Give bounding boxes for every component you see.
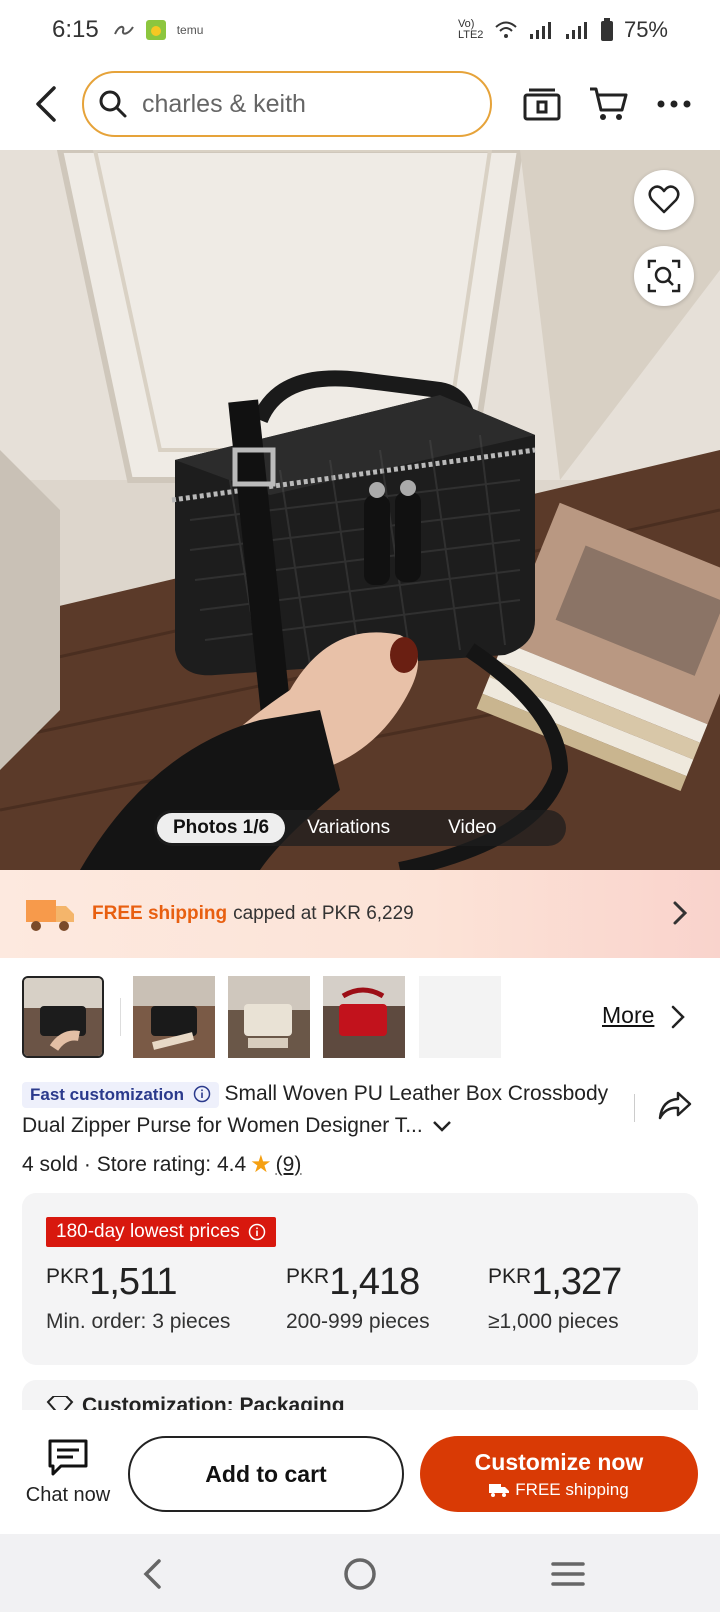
product-title-area: Fast customization Small Woven PU Leathe… [22, 1078, 632, 1142]
customize-now-label: Customize now [474, 1448, 644, 1475]
info-icon [193, 1085, 210, 1103]
diamond-icon [46, 1396, 74, 1410]
system-back-icon [143, 1559, 161, 1589]
system-home-icon [344, 1558, 376, 1590]
delivery-truck-icon [26, 900, 74, 931]
chevron-right-icon [673, 901, 688, 925]
share-button[interactable] [658, 1090, 692, 1125]
product-image-gallery[interactable]: Photos 1/6 Variations Video [0, 150, 720, 870]
media-tabs: Photos 1/6 Variations Video [154, 810, 566, 846]
sold-count: 4 sold [22, 1152, 79, 1176]
thumbnail-red-bag[interactable] [323, 976, 405, 1058]
price-amount: 1,418 [329, 1261, 420, 1303]
price-tier-2: PKR1,418 200-999 pieces [286, 1261, 430, 1333]
status-bar: 6:15 temu Vo) LTE2 75% [0, 0, 720, 60]
battery-level: 75% [623, 17, 668, 42]
price-amount: 1,511 [89, 1261, 177, 1303]
battery-icon [600, 18, 613, 41]
thumbnail-white-bag[interactable] [228, 976, 310, 1058]
shipping-cap-text: capped at PKR 6,229 [233, 903, 414, 924]
product-photo [0, 150, 720, 870]
system-recents-button[interactable] [546, 1552, 590, 1596]
customize-shipping-label: FREE shipping [515, 1479, 629, 1499]
shipping-banner[interactable]: FREE shipping capped at PKR 6,229 [0, 870, 720, 958]
customization-row[interactable]: Customization: Packaging [22, 1380, 698, 1410]
wifi-icon [495, 21, 517, 38]
star-icon: ★ [250, 1151, 272, 1178]
variation-thumbnails: More [22, 976, 702, 1060]
chat-now-label: Chat now [25, 1484, 111, 1506]
system-menu-icon [551, 1562, 585, 1586]
tab-video[interactable]: Video [432, 813, 512, 843]
image-search-icon [647, 259, 681, 293]
add-to-cart-button[interactable]: Add to cart [128, 1436, 404, 1512]
share-icon [658, 1091, 692, 1120]
chat-now-button[interactable]: Chat now [18, 1438, 118, 1507]
price-amount: 1,327 [531, 1261, 622, 1303]
thumbnail-black-bag-in-hand[interactable] [22, 976, 104, 1058]
heart-icon [648, 185, 680, 214]
price-quantity: Min. order: 3 pieces [46, 1310, 231, 1333]
chat-icon [48, 1439, 88, 1476]
image-search-button[interactable] [634, 246, 694, 306]
info-icon [248, 1223, 266, 1241]
chevron-right-icon [671, 1005, 685, 1029]
fast-customization-badge[interactable]: Fast customization [22, 1082, 219, 1108]
system-navigation-bar [0, 1534, 720, 1612]
review-count-link[interactable]: (9) [276, 1153, 302, 1177]
customization-label: Customization: Packaging [82, 1394, 345, 1410]
customize-now-button[interactable]: Customize now FREE shipping [420, 1436, 698, 1512]
price-tier-1: PKR1,511 Min. order: 3 pieces [46, 1261, 231, 1333]
price-tier-3: PKR1,327 ≥1,000 pieces [488, 1261, 622, 1333]
search-icon [99, 90, 127, 118]
tab-variations[interactable]: Variations [291, 813, 406, 843]
tab-photos[interactable]: Photos 1/6 [157, 813, 286, 843]
network-label: Vo) LTE2 [457, 18, 484, 41]
app-notification-icon [145, 20, 166, 40]
more-link[interactable]: More [602, 1002, 654, 1029]
sales-rating-line: 4 sold · Store rating: 4.4 ★ (9) [22, 1151, 302, 1178]
notification-icon [113, 25, 134, 35]
status-time: 6:15 [52, 16, 99, 43]
favorite-button[interactable] [634, 170, 694, 230]
price-quantity: 200-999 pieces [286, 1310, 430, 1333]
free-shipping-label: FREE shipping [92, 903, 228, 924]
cart-icon [590, 87, 628, 120]
price-quantity: ≥1,000 pieces [488, 1310, 619, 1333]
search-input[interactable] [142, 89, 462, 119]
thumbnail-black-bag-on-wood[interactable] [133, 976, 215, 1058]
system-back-button[interactable] [130, 1552, 174, 1596]
chevron-left-icon [36, 86, 56, 122]
bottom-action-bar: Chat now Add to cart Customize now FREE … [0, 1410, 720, 1534]
signal-icon-2 [565, 22, 587, 39]
back-button[interactable] [14, 72, 78, 136]
cart-button[interactable] [580, 76, 636, 132]
camera-search-button[interactable] [514, 76, 570, 132]
more-options-button[interactable] [646, 76, 702, 132]
search-box[interactable] [82, 71, 492, 137]
top-header [0, 68, 720, 140]
more-horizontal-icon [657, 100, 691, 108]
status-app-label: temu [176, 23, 204, 37]
thumbnail-blank[interactable] [419, 976, 501, 1058]
store-rating: Store rating: 4.4 [96, 1152, 247, 1176]
system-home-button[interactable] [338, 1552, 382, 1596]
chevron-down-icon[interactable] [431, 1119, 453, 1133]
delivery-truck-icon [489, 1483, 510, 1497]
camera-icon [523, 88, 561, 121]
price-card: 180-day lowest prices PKR1,511 Min. orde… [22, 1193, 698, 1365]
lowest-price-badge[interactable]: 180-day lowest prices [46, 1217, 276, 1247]
signal-icon [529, 22, 551, 39]
